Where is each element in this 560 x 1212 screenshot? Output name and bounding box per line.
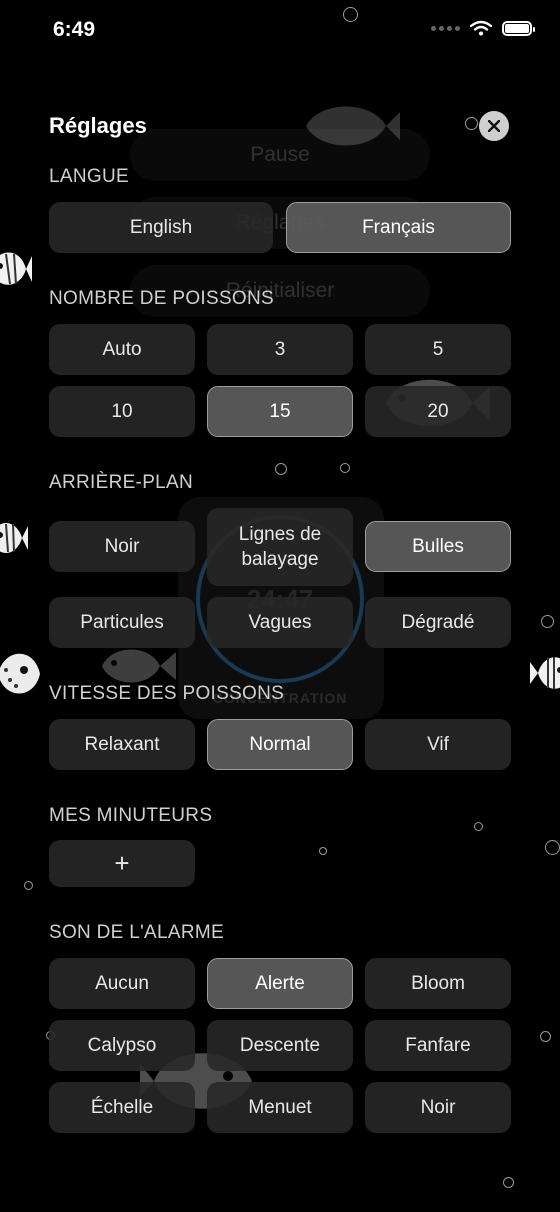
fish-count-section-label: NOMBRE DE POISSONS — [49, 288, 274, 309]
background-option-particules[interactable]: Particules — [49, 597, 195, 648]
fish-speed-option-vif[interactable]: Vif — [365, 719, 511, 770]
wifi-icon — [470, 20, 492, 36]
background-option-vagues[interactable]: Vagues — [207, 597, 353, 648]
fish-icon — [0, 523, 28, 553]
alarm-option-calypso[interactable]: Calypso — [49, 1020, 195, 1071]
close-button[interactable] — [479, 111, 509, 141]
timers-section-label: MES MINUTEURS — [49, 805, 213, 826]
fish-icon — [0, 252, 32, 285]
background-option-bulles[interactable]: Bulles — [365, 521, 511, 572]
alarm-option-echelle[interactable]: Échelle — [49, 1082, 195, 1133]
fish-icon — [306, 106, 400, 146]
language-option-english[interactable]: English — [49, 202, 273, 253]
bubble — [474, 822, 483, 831]
alarm-option-descente[interactable]: Descente — [207, 1020, 353, 1071]
bubble — [540, 1031, 551, 1042]
bubble — [541, 615, 554, 628]
bubble — [24, 881, 33, 890]
close-icon — [488, 120, 500, 132]
alarm-option-alerte[interactable]: Alerte — [207, 958, 353, 1009]
fish-icon — [0, 653, 40, 694]
alarm-option-fanfare[interactable]: Fanfare — [365, 1020, 511, 1071]
background-section-label: ARRIÈRE-PLAN — [49, 472, 194, 493]
fish-count-option-auto[interactable]: Auto — [49, 324, 195, 375]
bubble — [545, 840, 560, 855]
background-option-scanlines[interactable]: Lignes de balayage — [207, 508, 353, 586]
alarm-option-noir[interactable]: Noir — [365, 1082, 511, 1133]
cellular-signal-icon — [431, 25, 460, 31]
bubble — [275, 463, 287, 475]
fish-speed-option-normal[interactable]: Normal — [207, 719, 353, 770]
fish-count-option-15[interactable]: 15 — [207, 386, 353, 437]
bubble — [503, 1177, 514, 1188]
settings-title: Réglages — [49, 113, 147, 138]
fish-speed-option-relaxant[interactable]: Relaxant — [49, 719, 195, 770]
fish-count-option-20[interactable]: 20 — [365, 386, 511, 437]
alarm-sound-section-label: SON DE L'ALARME — [49, 922, 224, 943]
fish-speed-section-label: VITESSE DES POISSONS — [49, 683, 285, 704]
fish-icon — [530, 657, 560, 689]
bubble — [319, 847, 327, 855]
add-timer-button[interactable]: + — [49, 840, 195, 887]
bubble — [343, 7, 358, 22]
background-option-noir[interactable]: Noir — [49, 521, 195, 572]
fish-count-option-10[interactable]: 10 — [49, 386, 195, 437]
bubble — [340, 463, 350, 473]
background-option-degrade[interactable]: Dégradé — [365, 597, 511, 648]
language-section-label: LANGUE — [49, 166, 129, 187]
status-bar-time: 6:49 — [53, 18, 96, 41]
language-option-francais[interactable]: Français — [286, 202, 511, 253]
battery-icon — [502, 20, 535, 36]
alarm-option-aucun[interactable]: Aucun — [49, 958, 195, 1009]
fish-count-option-5[interactable]: 5 — [365, 324, 511, 375]
bubble — [465, 117, 478, 130]
fish-count-option-3[interactable]: 3 — [207, 324, 353, 375]
alarm-option-menuet[interactable]: Menuet — [207, 1082, 353, 1133]
alarm-option-bloom[interactable]: Bloom — [365, 958, 511, 1009]
status-bar-icons — [431, 20, 535, 36]
